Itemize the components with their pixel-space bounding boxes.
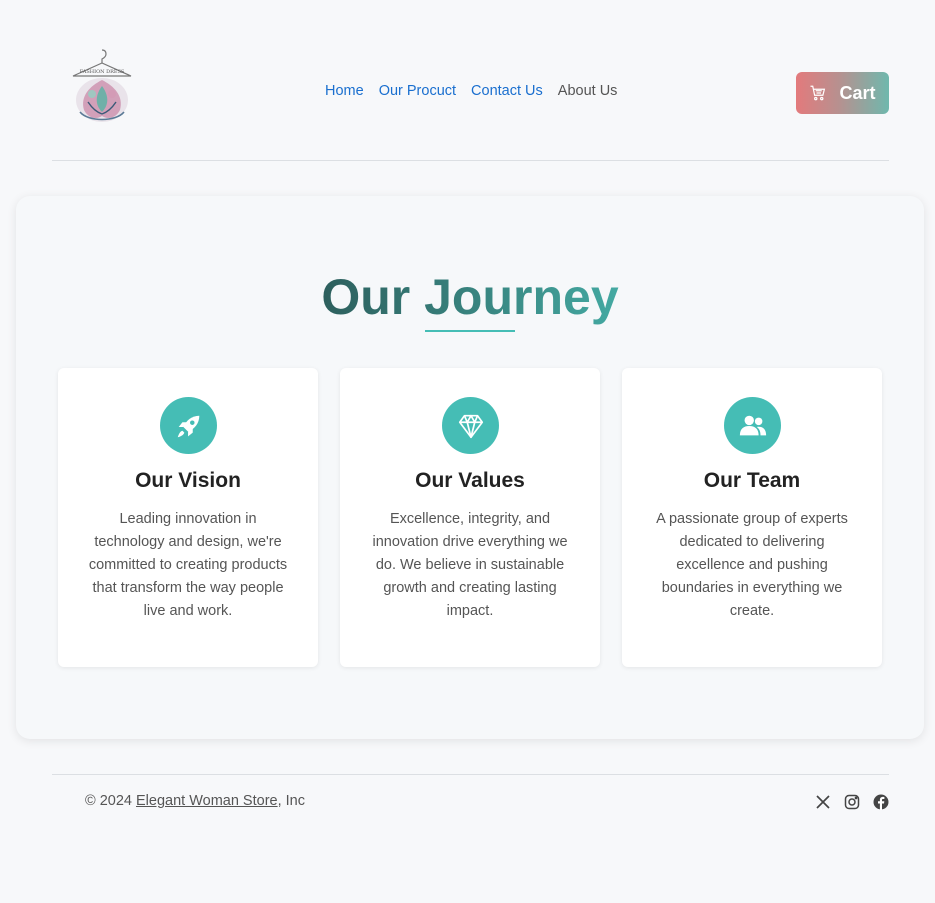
- main-nav: Home Our Procuct Contact Us About Us: [325, 83, 617, 99]
- logo-image: FASHION DRESS: [72, 49, 132, 122]
- users-icon: [724, 397, 781, 454]
- card-title: Our Vision: [135, 469, 241, 492]
- card-our-vision: Our Vision Leading innovation in technol…: [58, 368, 318, 667]
- site-header: FASHION DRESS Home Our Procuct Contact U…: [52, 0, 889, 161]
- card-text: Leading innovation in technology and des…: [88, 511, 288, 619]
- card-text: A passionate group of experts dedicated …: [656, 511, 848, 619]
- rocket-icon: [160, 397, 217, 454]
- nav-link-about-us[interactable]: About Us: [558, 83, 618, 99]
- nav-link-contact-us[interactable]: Contact Us: [471, 83, 543, 99]
- diamond-icon: [442, 397, 499, 454]
- site-footer: © 2024 Elegant Woman Store, Inc: [52, 774, 889, 834]
- store-name-link[interactable]: Elegant Woman Store: [136, 793, 278, 809]
- store-logo[interactable]: FASHION DRESS: [70, 46, 134, 126]
- card-title: Our Team: [703, 469, 801, 492]
- card-title: Our Values: [415, 469, 525, 492]
- cart-icon: [810, 85, 826, 101]
- nav-link-our-product[interactable]: Our Procuct: [379, 83, 456, 99]
- nav-link-home[interactable]: Home: [325, 83, 364, 99]
- card-our-team: Our Team A passionate group of experts d…: [622, 368, 882, 667]
- x-icon[interactable]: [815, 794, 831, 810]
- instagram-icon[interactable]: [844, 794, 860, 810]
- social-links: [815, 794, 889, 810]
- title-underline: [425, 330, 515, 332]
- journey-title: Our Journey: [321, 269, 619, 325]
- cart-button[interactable]: Cart: [796, 72, 889, 114]
- card-our-values: Our Values Excellence, integrity, and in…: [340, 368, 600, 667]
- cart-label: Cart: [839, 82, 876, 103]
- svg-text:FASHION DRESS: FASHION DRESS: [80, 69, 125, 75]
- copyright-text: © 2024 Elegant Woman Store, Inc: [85, 793, 305, 809]
- journey-section: Our Journey Our Vision Leading innovatio…: [16, 196, 924, 739]
- facebook-icon[interactable]: [873, 794, 889, 810]
- card-text: Excellence, integrity, and innovation dr…: [372, 511, 568, 619]
